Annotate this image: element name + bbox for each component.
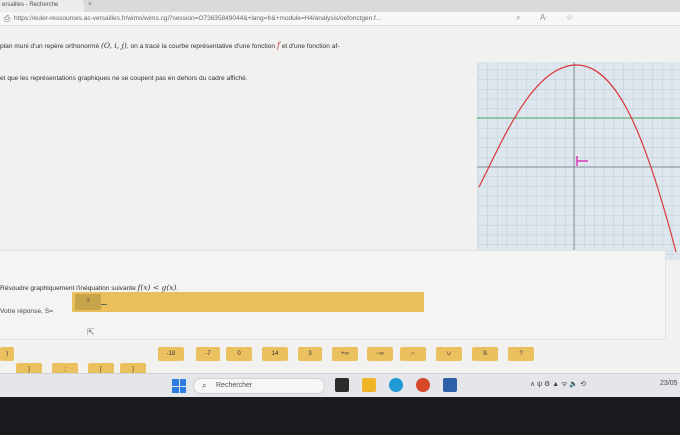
- inequation: f(x) < g(x): [137, 283, 177, 292]
- statement-text: et d'une fonction af-: [279, 43, 340, 50]
- answer-input[interactable]: ?: [75, 294, 101, 310]
- statement-text: , on a tracé la courbe représentative d'…: [126, 43, 277, 50]
- star-icon[interactable]: ☆: [566, 13, 573, 22]
- windows-taskbar: ⌕ Rechercher ∧ ψ ⚙ ▲ ᯤ 🔈 ⟲ 23/05: [0, 373, 680, 397]
- keyboard-key[interactable]: -18: [158, 347, 184, 361]
- monitor-bezel: [0, 397, 680, 435]
- keyboard-key[interactable]: −∞: [367, 347, 393, 361]
- keyboard-key[interactable]: ∪: [436, 347, 462, 361]
- function-graph: [477, 62, 680, 260]
- keyboard-key[interactable]: ∩: [400, 347, 426, 361]
- answer-label: Votre réponse. S=: [0, 308, 53, 315]
- read-aloud-icon[interactable]: Aᐧ: [540, 13, 547, 22]
- edge-browser-icon[interactable]: [389, 378, 403, 392]
- keyboard-key[interactable]: ?: [508, 347, 534, 361]
- keyboard-key[interactable]: ℝ: [472, 347, 498, 361]
- clock-date[interactable]: 23/05: [660, 380, 678, 387]
- file-explorer-icon[interactable]: [362, 378, 376, 392]
- keyboard-key[interactable]: 14: [262, 347, 288, 361]
- keyboard-key[interactable]: -7: [196, 347, 220, 361]
- magnifier-icon[interactable]: ⌕: [516, 13, 520, 23]
- keyboard-key[interactable]: +∞: [332, 347, 358, 361]
- question-label: Résoudre graphiquement l'inéquation suiv…: [0, 285, 138, 292]
- taskbar-search[interactable]: ⌕ Rechercher: [193, 378, 325, 394]
- tab-title: ersailles - Recherche: [2, 2, 59, 8]
- page-icon: ⎙: [4, 14, 11, 23]
- address-bar: ⎙ https://euler-ressources.ac-versailles…: [0, 12, 680, 26]
- statement-text: plan muni d'un repère orthonormé: [0, 43, 101, 50]
- keyboard-key[interactable]: 3: [298, 347, 322, 361]
- url-field[interactable]: https://euler-ressources.ac-versailles.f…: [14, 15, 494, 22]
- windows-start-icon[interactable]: [172, 379, 186, 393]
- browser-tab[interactable]: ersailles - Recherche: [0, 0, 84, 12]
- search-placeholder: Rechercher: [216, 382, 253, 389]
- exercise-statement-line-2: et que les représentations graphiques ne…: [0, 75, 248, 82]
- exercise-statement-line-1: plan muni d'un repère orthonormé (O, i, …: [0, 41, 339, 50]
- task-view-icon[interactable]: [335, 378, 349, 392]
- question-period: .: [176, 285, 179, 292]
- input-caret: [101, 304, 107, 305]
- frame-notation: (O, i, j): [100, 41, 127, 50]
- tab-close-icon[interactable]: ×: [88, 1, 92, 8]
- tab-strip: ersailles - Recherche ×: [0, 0, 680, 12]
- keyboard-key[interactable]: 0: [226, 347, 252, 361]
- search-icon: ⌕: [202, 381, 207, 390]
- browser-window: ersailles - Recherche × ⎙ https://euler-…: [0, 0, 680, 392]
- keyboard-key[interactable]: ): [0, 347, 14, 361]
- answer-field[interactable]: ?: [72, 292, 424, 312]
- system-tray-icons[interactable]: ∧ ψ ⚙ ▲ ᯤ 🔈 ⟲: [530, 380, 586, 389]
- question-text: Résoudre graphiquement l'inéquation suiv…: [0, 283, 178, 292]
- office-app-icon[interactable]: [416, 378, 430, 392]
- store-app-icon[interactable]: [443, 378, 457, 392]
- mouse-pointer-icon: ⇱: [87, 327, 95, 337]
